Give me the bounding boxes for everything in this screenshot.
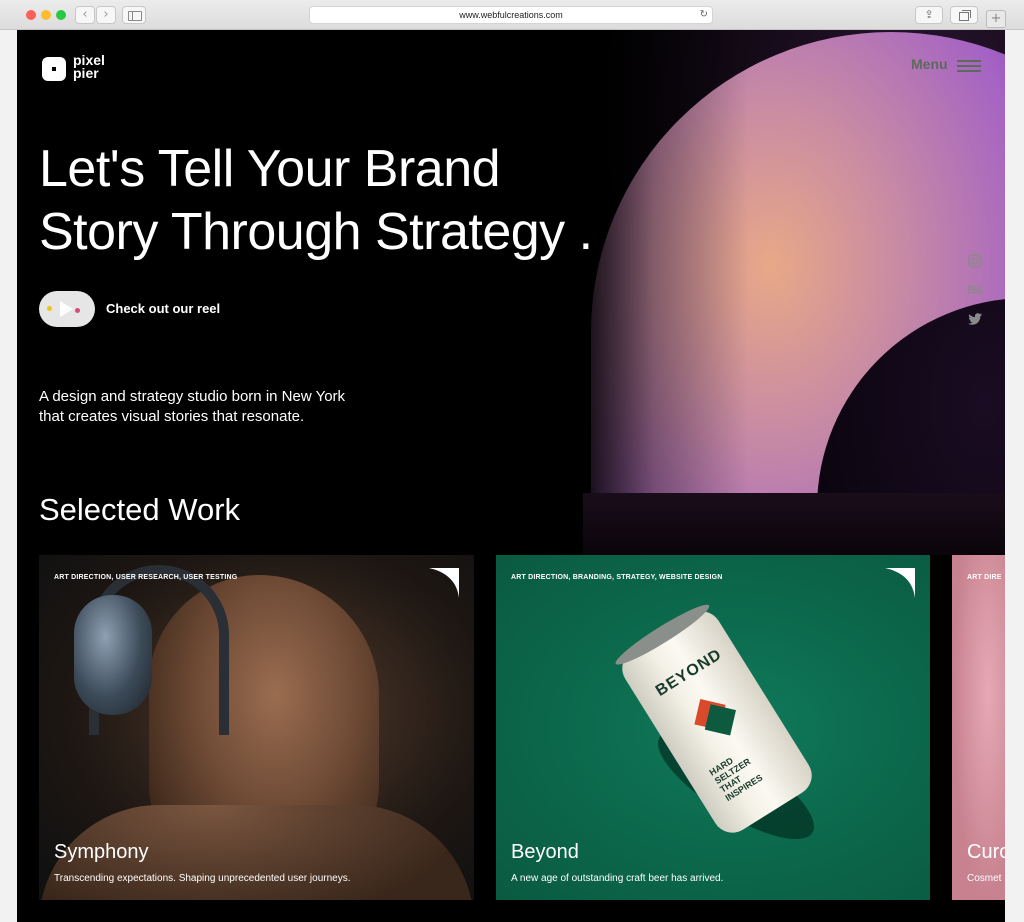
hero-description-line-1: A design and strategy studio born in New… <box>39 388 346 405</box>
behance-icon[interactable]: Bē <box>967 282 983 298</box>
menu-button[interactable]: Menu <box>911 56 987 76</box>
card-tags: ART DIRECTION, BRANDING, STRATEGY, WEBSI… <box>511 574 723 581</box>
project-card-beyond[interactable]: BEYOND HARD SELTZER THAT INSPIRES ART DI… <box>496 555 930 900</box>
card-title: Symphony <box>54 841 149 863</box>
site-logo[interactable]: pixel pier <box>39 52 149 84</box>
project-card-symphony[interactable]: ART DIRECTION, USER RESEARCH, USER TESTI… <box>39 555 474 900</box>
forward-button[interactable]: › <box>96 6 116 24</box>
card-description: A new age of outstanding craft beer has … <box>511 873 724 884</box>
card-tags: ART DIRE <box>967 574 1002 581</box>
hero-description-line-2: that creates visual stories that resonat… <box>39 408 305 425</box>
back-button[interactable]: ‹ <box>75 6 95 24</box>
corner-arrow-icon <box>429 568 459 598</box>
close-window-button[interactable] <box>26 10 36 20</box>
sidebar-toggle-icon[interactable] <box>122 6 146 24</box>
hero-artwork <box>577 30 1005 555</box>
minimize-window-button[interactable] <box>41 10 51 20</box>
project-card-curo[interactable]: ART DIRE Curo Cosmet <box>952 555 1005 900</box>
reel-link[interactable]: Check out our reel <box>106 301 220 316</box>
url-text: www.webfulcreations.com <box>459 10 563 20</box>
play-icon <box>60 301 73 317</box>
hamburger-icon <box>957 60 981 72</box>
tabs-overview-icon[interactable] <box>950 6 978 24</box>
share-icon[interactable]: ⇪ <box>915 6 943 24</box>
hero-title: Let's Tell Your Brand Story Through Stra… <box>39 138 679 264</box>
can-tagline: HARD SELTZER THAT INSPIRES <box>707 755 765 804</box>
card-title: Beyond <box>511 841 579 863</box>
headphones-image <box>74 595 152 715</box>
hero-title-line-2: Story Through Strategy . <box>39 203 593 261</box>
play-reel-button[interactable] <box>39 291 95 327</box>
browser-toolbar: ‹ › www.webfulcreations.com ↻ ⇪ + <box>0 0 1024 30</box>
zoom-window-button[interactable] <box>56 10 66 20</box>
hero-description: A design and strategy studio born in New… <box>39 387 399 427</box>
card-title: Curo <box>967 841 1005 863</box>
corner-arrow-icon <box>885 568 915 598</box>
can-brand: BEYOND <box>652 645 726 700</box>
logo-text: pixel pier <box>73 52 105 81</box>
logo-mark-icon <box>42 57 66 81</box>
card-tags: ART DIRECTION, USER RESEARCH, USER TESTI… <box>54 574 238 581</box>
menu-label: Menu <box>911 56 948 72</box>
card-description: Transcending expectations. Shaping unpre… <box>54 873 351 884</box>
section-title: Selected Work <box>39 492 241 527</box>
instagram-icon[interactable] <box>967 253 983 269</box>
card-description: Cosmet <box>967 873 1002 884</box>
new-tab-button[interactable]: + <box>986 10 1006 28</box>
twitter-icon[interactable] <box>967 311 983 327</box>
web-page: pixel pier Menu Let's Tell Your Brand St… <box>17 30 1005 922</box>
hero-title-line-1: Let's Tell Your Brand <box>39 140 501 198</box>
address-bar[interactable]: www.webfulcreations.com ↻ <box>309 6 713 24</box>
reload-icon[interactable]: ↻ <box>700 7 708 23</box>
